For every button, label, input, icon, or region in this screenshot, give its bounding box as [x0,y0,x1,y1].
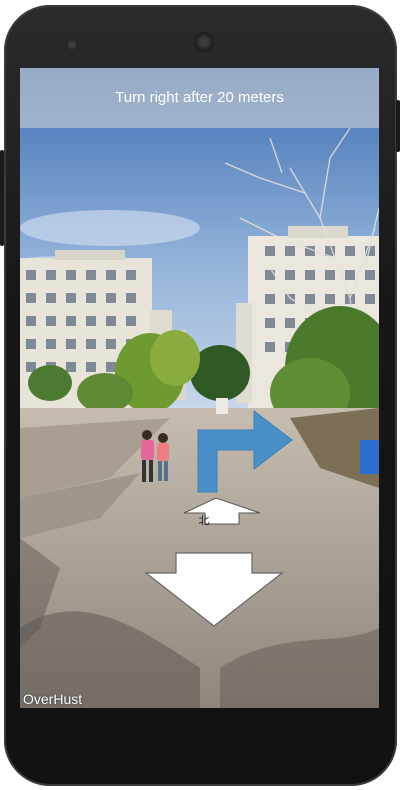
power-button [396,100,400,152]
direction-marker: 北 [198,514,210,527]
navigation-overlay [144,409,293,627]
street-view-screen[interactable]: Turn right after 20 meters 北 OverHust [20,68,379,708]
volume-button [0,150,4,246]
earpiece-speaker [194,32,214,52]
turn-right-arrow-icon [197,409,293,493]
front-camera [68,41,76,49]
brand-watermark: OverHust [23,691,83,707]
back-arrow-icon[interactable] [144,552,284,627]
